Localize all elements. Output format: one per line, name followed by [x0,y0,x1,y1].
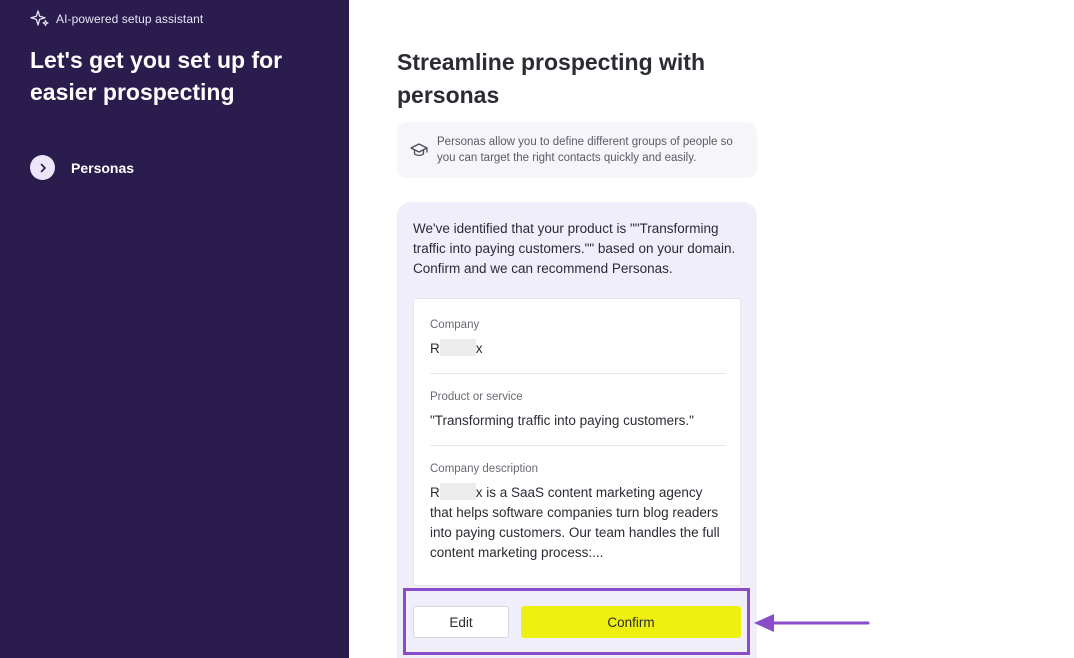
graduation-cap-icon [409,140,429,160]
arrow-left-icon [754,614,870,632]
assistant-label: AI-powered setup assistant [56,12,204,26]
edit-button[interactable]: Edit [413,606,509,638]
field-label: Company [430,319,480,331]
field-value: "Transforming traffic into paying custom… [430,413,694,428]
step-personas[interactable]: Personas [30,155,134,180]
field-company: Company Rx [430,319,726,359]
divider [430,373,726,374]
sidebar-title: Let's get you set up for easier prospect… [30,47,283,105]
sidebar: AI-powered setup assistant Let's get you… [0,0,349,658]
assistant-header: AI-powered setup assistant [30,9,203,29]
info-callout: Personas allow you to define different g… [397,122,757,178]
card-intro: We've identified that your product is ""… [413,221,736,276]
field-value: Rx [430,339,483,356]
field-description: Company description Rx is a SaaS content… [430,463,726,563]
field-label: Product or service [430,391,523,403]
field-value: Rx is a SaaS content marketing agency th… [430,483,720,560]
chevron-right-icon [30,155,55,180]
sparkle-icon [30,9,50,29]
info-text: Personas allow you to define different g… [437,136,733,164]
step-label: Personas [71,159,135,176]
redacted-block [439,339,476,356]
divider [430,445,726,446]
company-details: Company Rx Product or service "Transform… [413,298,741,586]
field-product: Product or service "Transforming traffic… [430,391,726,431]
redacted-block [439,483,476,500]
page-title: Streamline prospecting with personas [397,49,705,108]
field-label: Company description [430,463,539,475]
confirm-button[interactable]: Confirm [521,606,741,638]
